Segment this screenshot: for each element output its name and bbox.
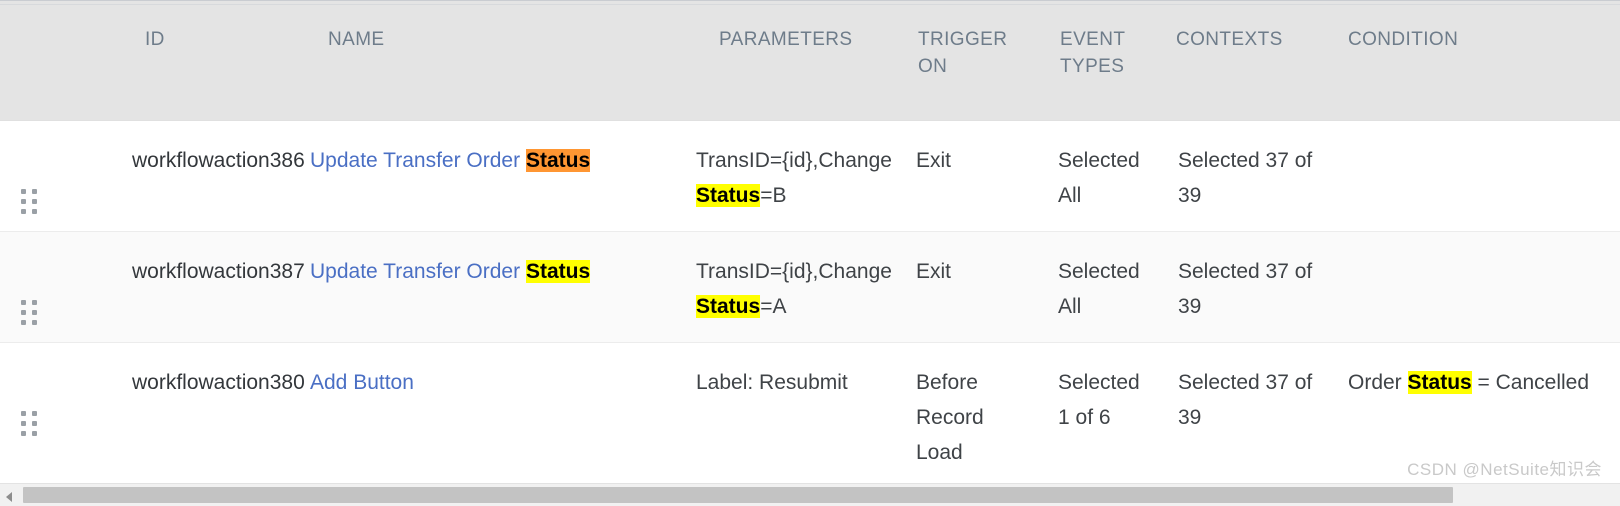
row-id-text: workflowaction387 — [132, 259, 305, 283]
cell-name: Update Transfer Order Status — [310, 230, 686, 342]
cell-contexts: Selected 37 of 39 — [1170, 119, 1340, 231]
name-highlight: Status — [525, 148, 591, 172]
column-header-event-types-label-line1: EVENT — [1060, 29, 1126, 50]
scrollbar-thumb[interactable] — [23, 487, 1453, 503]
column-header-condition-label: CONDITION — [1348, 29, 1459, 50]
cell-id: workflowaction380 — [60, 341, 310, 488]
parameters-highlight: Status — [696, 183, 761, 207]
cell-contexts: Selected 37 of 39 — [1170, 230, 1340, 342]
parameters-prefix-text: TransID={id},Change — [696, 259, 892, 283]
cell-parameters: Label: Resubmit — [686, 341, 908, 488]
cell-name: Add Button — [310, 341, 686, 488]
cell-condition — [1340, 230, 1620, 342]
column-header-trigger-on-label-line2: ON — [918, 56, 948, 77]
table-row[interactable]: workflowaction387 Update Transfer Order … — [0, 230, 1620, 342]
condition-highlight: Status — [1407, 370, 1472, 394]
parameters-highlight: Status — [696, 294, 761, 318]
name-prefix-text: Update Transfer Order — [310, 259, 526, 283]
drag-handle-icon[interactable] — [21, 410, 37, 436]
drag-handle-icon[interactable] — [21, 188, 37, 214]
table-header: ID NAME PARAMETERS TRIGGER ON EVENT TYPE… — [0, 5, 1620, 120]
column-header-event-types-label-line2: TYPES — [1060, 56, 1125, 77]
cell-name: Update Transfer Order Status — [310, 119, 686, 231]
name-prefix-text: Add Button — [310, 370, 414, 394]
column-header-handle — [0, 5, 60, 120]
row-drag-handle-cell[interactable] — [0, 341, 60, 488]
cell-event-types: Selected All — [1050, 119, 1170, 231]
workflow-action-name-link[interactable]: Add Button — [310, 371, 414, 394]
workflow-actions-table: ID NAME PARAMETERS TRIGGER ON EVENT TYPE… — [0, 5, 1620, 488]
column-header-contexts-label: CONTEXTS — [1176, 29, 1283, 50]
workflow-action-name-link[interactable]: Update Transfer Order Status — [310, 259, 591, 283]
column-header-event-types[interactable]: EVENT TYPES — [1050, 5, 1170, 120]
parameters-suffix-text: =A — [760, 294, 787, 318]
condition-prefix-text: Order — [1348, 370, 1408, 394]
column-header-id[interactable]: ID — [60, 5, 310, 120]
cell-condition — [1340, 119, 1620, 231]
name-highlight: Status — [525, 259, 591, 283]
scroll-left-arrow-icon[interactable] — [0, 484, 19, 506]
column-header-name[interactable]: NAME — [310, 5, 686, 120]
name-prefix-text: Update Transfer Order — [310, 148, 526, 172]
column-header-trigger-on[interactable]: TRIGGER ON — [908, 5, 1050, 120]
cell-event-types: Selected 1 of 6 — [1050, 341, 1170, 488]
cell-id: workflowaction386 — [60, 119, 310, 231]
column-header-condition[interactable]: CONDITION — [1340, 5, 1620, 120]
cell-parameters: TransID={id},Change Status=A — [686, 230, 908, 342]
column-header-parameters[interactable]: PARAMETERS — [686, 5, 908, 120]
scrollbar-track[interactable] — [19, 484, 1620, 506]
column-header-parameters-label: PARAMETERS — [719, 29, 853, 50]
cell-parameters: TransID={id},Change Status=B — [686, 119, 908, 231]
cell-contexts: Selected 37 of 39 — [1170, 341, 1340, 488]
cell-id: workflowaction387 — [60, 230, 310, 342]
table-row[interactable]: workflowaction386 Update Transfer Order … — [0, 119, 1620, 231]
column-header-contexts[interactable]: CONTEXTS — [1170, 5, 1340, 120]
column-header-trigger-on-label-line1: TRIGGER — [918, 29, 1008, 50]
horizontal-scrollbar[interactable] — [0, 483, 1620, 506]
parameters-prefix-text: Label: Resubmit — [696, 370, 848, 394]
row-id-text: workflowaction386 — [132, 148, 305, 172]
cell-event-types: Selected All — [1050, 230, 1170, 342]
table-body: workflowaction386 Update Transfer Order … — [0, 119, 1620, 488]
workflow-actions-panel: ID NAME PARAMETERS TRIGGER ON EVENT TYPE… — [0, 0, 1620, 506]
watermark: CSDN @NetSuite知识会 — [1407, 460, 1602, 479]
parameters-prefix-text: TransID={id},Change — [696, 148, 892, 172]
row-id-text: workflowaction380 — [132, 370, 305, 394]
column-header-id-label: ID — [145, 29, 165, 50]
cell-trigger-on: Exit — [908, 230, 1050, 342]
table-header-row: ID NAME PARAMETERS TRIGGER ON EVENT TYPE… — [0, 5, 1620, 120]
row-drag-handle-cell[interactable] — [0, 119, 60, 231]
cell-trigger-on: Before Record Load — [908, 341, 1050, 488]
column-header-name-label: NAME — [328, 29, 385, 50]
workflow-action-name-link[interactable]: Update Transfer Order Status — [310, 148, 591, 172]
drag-handle-icon[interactable] — [21, 299, 37, 325]
table-row[interactable]: workflowaction380 Add Button Label: Resu… — [0, 341, 1620, 488]
cell-trigger-on: Exit — [908, 119, 1050, 231]
parameters-suffix-text: =B — [760, 183, 787, 207]
row-drag-handle-cell[interactable] — [0, 230, 60, 342]
condition-suffix-text: = Cancelled — [1471, 370, 1590, 394]
